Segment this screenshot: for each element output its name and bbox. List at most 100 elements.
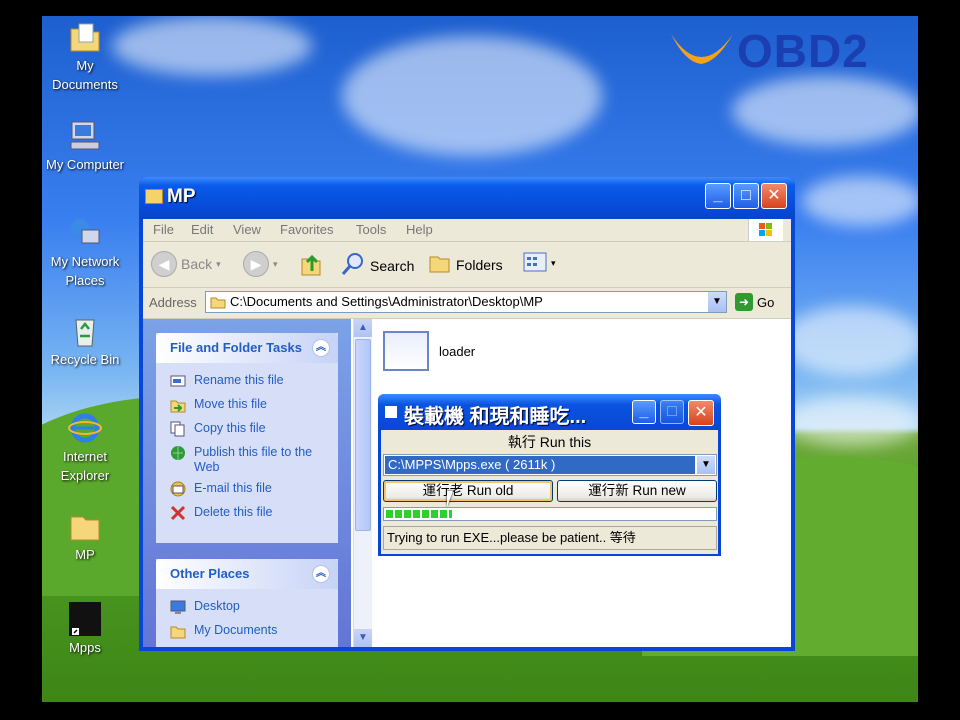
rename-icon: [170, 373, 186, 389]
up-folder-button[interactable]: [299, 251, 323, 280]
minimize-button[interactable]: _: [705, 183, 731, 209]
address-label: Address: [149, 295, 197, 310]
internet-explorer-icon: [68, 411, 102, 445]
copy-icon: [170, 421, 186, 437]
scroll-up-button[interactable]: ▲: [354, 319, 372, 337]
computer-icon: [68, 119, 102, 153]
folder-documents-icon: [170, 623, 186, 639]
scroll-thumb[interactable]: [355, 339, 371, 531]
menu-bar: File Edit View Favorites Tools Help: [143, 219, 791, 242]
place-desktop[interactable]: Desktop: [156, 599, 338, 623]
task-copy[interactable]: Copy this file: [156, 421, 338, 445]
task-delete[interactable]: Delete this file: [156, 505, 338, 529]
views-button[interactable]: ▾: [523, 251, 556, 276]
collapse-icon[interactable]: ︽: [312, 339, 330, 357]
move-icon: [170, 397, 186, 413]
desktop-icon-mp[interactable]: MP: [42, 509, 128, 564]
loader-dialog: 裝載機 和現和睡吃... _ □ ✕ 執行 Run this C:\MPPS\M…: [378, 394, 721, 556]
mpps-shortcut-icon: [68, 602, 102, 636]
scroll-down-button[interactable]: ▼: [354, 629, 372, 647]
logo-text: OBD2: [737, 25, 869, 77]
address-value: C:\Documents and Settings\Administrator\…: [230, 294, 543, 309]
windows-flag-icon: [748, 219, 783, 241]
publish-web-icon: [170, 445, 186, 461]
other-places-panel: Other Places ︽ Desktop My Documents: [156, 559, 338, 647]
exe-select-value: C:\MPPS\Mpps.exe ( 2611k ): [385, 456, 695, 474]
desktop-icon-label: Internet Explorer: [60, 449, 110, 483]
obd2-logo: OBD2: [667, 22, 907, 80]
desktop-icon-label: MP: [75, 547, 95, 562]
desktop-icon: [170, 599, 186, 615]
forward-button[interactable]: ▶ ▾: [243, 251, 278, 277]
menu-edit[interactable]: Edit: [191, 222, 213, 237]
desktop-icon-my-documents[interactable]: My Documents: [42, 20, 128, 94]
chevron-down-icon[interactable]: ▼: [697, 456, 715, 474]
dialog-maximize-button: □: [660, 400, 684, 424]
run-this-label: 執行 Run this: [507, 434, 592, 450]
up-folder-icon: [299, 251, 323, 280]
status-text: Trying to run EXE...please be patient.. …: [383, 526, 717, 550]
task-move[interactable]: Move this file: [156, 397, 338, 421]
mouse-cursor-icon: [447, 491, 453, 507]
forward-arrow-icon: ▶: [243, 251, 269, 277]
explorer-titlebar[interactable]: MP _ □ ✕: [139, 177, 795, 219]
run-old-button[interactable]: 運行老 Run old: [383, 480, 553, 502]
address-input[interactable]: C:\Documents and Settings\Administrator\…: [205, 291, 727, 313]
collapse-icon[interactable]: ︽: [312, 565, 330, 583]
vertical-scrollbar[interactable]: ▲ ▼: [353, 319, 372, 647]
close-button[interactable]: ✕: [761, 183, 787, 209]
desktop-icon-my-computer[interactable]: My Computer: [42, 119, 128, 174]
go-button[interactable]: ➜ Go: [735, 293, 774, 311]
folders-icon: [428, 251, 452, 278]
run-new-button[interactable]: 運行新 Run new: [557, 480, 717, 502]
file-tasks-heading[interactable]: File and Folder Tasks ︽: [156, 333, 338, 363]
progress-bar: [383, 507, 717, 521]
file-item-loader[interactable]: loader: [383, 331, 475, 371]
dialog-client: 執行 Run this C:\MPPS\Mpps.exe ( 2611k ) ▼…: [381, 430, 718, 554]
toolbar: ◀ Back ▾ ▶ ▾ Search Folders ▾: [143, 243, 791, 288]
desktop-icon-internet-explorer[interactable]: Internet Explorer: [42, 411, 128, 485]
desktop-icon-label: My Computer: [45, 157, 125, 172]
search-icon: [340, 251, 366, 280]
desktop-icon-network-places[interactable]: My Network Places: [42, 216, 128, 290]
back-arrow-icon: ◀: [151, 251, 177, 277]
exe-select[interactable]: C:\MPPS\Mpps.exe ( 2611k ) ▼: [383, 454, 717, 476]
task-email[interactable]: E-mail this file: [156, 481, 338, 505]
delete-icon: [170, 505, 186, 521]
task-pane: File and Folder Tasks ︽ Rename this file …: [143, 319, 351, 647]
dialog-titlebar[interactable]: 裝載機 和現和睡吃... _ □ ✕: [378, 394, 721, 430]
file-name: loader: [439, 343, 476, 359]
address-dropdown-button[interactable]: ▼: [708, 292, 726, 312]
task-publish[interactable]: Publish this file to the Web: [156, 445, 338, 481]
other-places-heading[interactable]: Other Places ︽: [156, 559, 338, 589]
folder-icon: [68, 509, 102, 543]
folder-documents-icon: [68, 20, 102, 54]
desktop-icon-label: My Documents: [52, 58, 118, 92]
desktop-icon-label: My Network Places: [50, 254, 120, 288]
dialog-close-button[interactable]: ✕: [688, 400, 714, 426]
dialog-title: 裝載機 和現和睡吃...: [404, 406, 587, 428]
menu-favorites[interactable]: Favorites: [280, 222, 333, 237]
system-menu-icon[interactable]: [385, 406, 397, 418]
obd2-logo-icon: [671, 34, 733, 64]
menu-help[interactable]: Help: [406, 222, 433, 237]
progress-fill: [386, 510, 452, 518]
desktop-icon-mpps[interactable]: Mpps: [42, 602, 128, 657]
address-bar: Address C:\Documents and Settings\Admini…: [143, 288, 791, 319]
menu-file[interactable]: File: [153, 222, 174, 237]
place-my-documents[interactable]: My Documents: [156, 623, 338, 647]
menu-view[interactable]: View: [233, 222, 261, 237]
go-label: Go: [757, 294, 775, 310]
dialog-minimize-button[interactable]: _: [632, 400, 656, 424]
folders-label: Folders: [456, 256, 503, 273]
back-button[interactable]: ◀ Back ▾: [151, 251, 221, 277]
desktop-icon-recycle-bin[interactable]: Recycle Bin: [42, 314, 128, 369]
task-rename[interactable]: Rename this file: [156, 373, 338, 397]
maximize-button[interactable]: □: [733, 183, 759, 209]
menu-tools[interactable]: Tools: [356, 222, 386, 237]
search-button[interactable]: Search: [340, 251, 414, 280]
views-icon: [523, 251, 547, 276]
window-title: MP: [167, 186, 196, 207]
folders-button[interactable]: Folders: [428, 251, 503, 278]
back-label: Back: [181, 256, 213, 272]
